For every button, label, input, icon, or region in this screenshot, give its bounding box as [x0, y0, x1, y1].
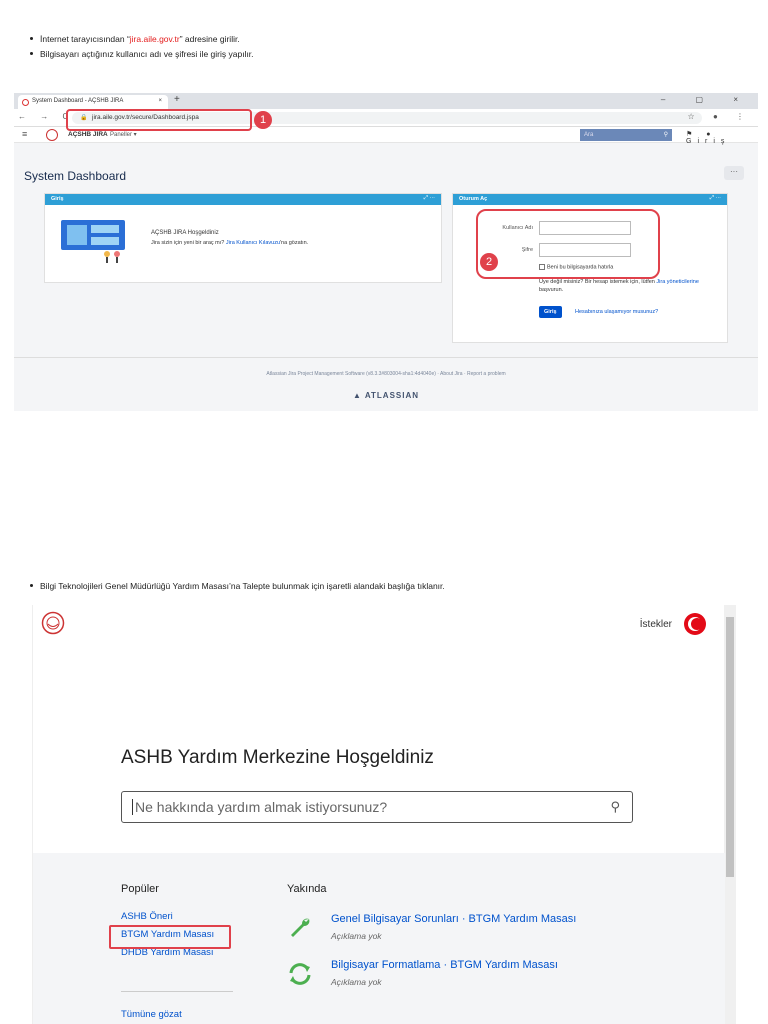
login-highlight: [476, 209, 660, 279]
scrollbar-thumb[interactable]: [726, 617, 734, 877]
divider: [121, 991, 233, 992]
browser-tab[interactable]: System Dashboard - AÇSHB JIRA ×: [18, 95, 168, 109]
refresh-icon: [289, 963, 311, 985]
app-switcher-icon[interactable]: ≡: [22, 129, 27, 139]
gadget-header: Giriş ⤢ ···: [45, 194, 441, 205]
wrench-icon: [291, 918, 310, 937]
favicon-icon: [22, 99, 29, 106]
instruction-step-2: Bilgisayarı açtığınız kullanıcı adı ve ş…: [30, 49, 254, 59]
expand-icon[interactable]: ⤢ ···: [710, 195, 721, 202]
login-button[interactable]: Giriş: [539, 306, 562, 318]
user-avatar[interactable]: [684, 613, 706, 635]
recent-link[interactable]: Genel Bilgisayar Sorunları · BTGM Yardım…: [331, 913, 576, 925]
help-center-screenshot: İstekler ASHB Yardım Merkezine Hoşgeldin…: [32, 605, 736, 1024]
scrollbar[interactable]: [724, 605, 736, 1024]
welcome-illustration-icon: [61, 220, 125, 263]
gadget-header: Oturum Aç ⤢ ···: [453, 194, 727, 205]
browser-tab-bar: System Dashboard - AÇSHB JIRA × + – ▢ ×: [14, 93, 758, 109]
welcome-title: AÇSHB JIRA Hoşgeldiniz: [151, 230, 219, 236]
recent-desc: Açıklama yok: [331, 977, 382, 987]
instruction-step-3: Bilgi Teknolojileri Genel Müdürlüğü Yard…: [30, 581, 445, 591]
app-name[interactable]: AÇSHB JIRA: [68, 131, 108, 138]
expand-icon[interactable]: ⤢ ···: [424, 195, 435, 202]
new-tab-button[interactable]: +: [174, 94, 180, 105]
instruction-step-1: İnternet tarayıcısından “jira.aile.gov.t…: [30, 34, 254, 44]
footer-divider: [14, 357, 758, 358]
btgm-highlight: [109, 925, 231, 949]
popular-item[interactable]: ASHB Öneri: [121, 911, 173, 922]
jira-url-text: jira.aile.gov.tr: [129, 34, 180, 44]
search-icon: ⚲: [610, 799, 620, 814]
intro-gadget: Giriş ⤢ ··· AÇSHB JIRA Hoşgeldiniz Jira s…: [44, 193, 442, 283]
welcome-text: Jira sizin için yeni bir araç mı? Jira K…: [151, 240, 309, 246]
url-highlight: [66, 109, 252, 131]
recent-heading: Yakında: [287, 883, 327, 895]
cant-access-link[interactable]: Hesabınıza ulaşamıyor musunuz?: [575, 309, 658, 315]
jira-logo[interactable]: [46, 129, 58, 141]
window-controls[interactable]: – ▢ ×: [661, 95, 752, 104]
search-icon: ⚲: [663, 132, 668, 138]
recent-desc: Açıklama yok: [331, 931, 382, 941]
callout-2: 2: [480, 253, 498, 271]
user-guide-link[interactable]: Jira Kullanıcı Kılavuzu: [226, 240, 280, 246]
more-button[interactable]: ···: [724, 166, 744, 180]
tab-close-icon[interactable]: ×: [158, 98, 162, 104]
signup-note: Üye değil misiniz? Bir hesap istemek içi…: [539, 279, 699, 293]
panels-menu[interactable]: Paneller ▾: [110, 131, 137, 138]
instruction-mid: Bilgi Teknolojileri Genel Müdürlüğü Yard…: [30, 581, 445, 596]
atlassian-logo: ▲ ATLASSIAN: [352, 391, 420, 400]
jira-login-screenshot: System Dashboard - AÇSHB JIRA × + – ▢ × ←…: [14, 93, 758, 411]
requests-link[interactable]: İstekler: [640, 619, 672, 630]
portal-title: ASHB Yardım Merkezine Hoşgeldiniz: [121, 747, 434, 768]
footer-text: Atlassian Jira Project Management Softwa…: [266, 371, 506, 377]
ministry-logo-icon[interactable]: [41, 611, 65, 635]
page-title: System Dashboard: [24, 169, 127, 183]
jira-search-input[interactable]: Ara ⚲: [580, 129, 672, 141]
callout-1: 1: [254, 111, 272, 129]
profile-icon[interactable]: ☆ ● ⋮: [688, 112, 752, 121]
recent-link[interactable]: Bilgisayar Formatlama · BTGM Yardım Masa…: [331, 959, 558, 971]
instructions-list: İnternet tarayıcısından “jira.aile.gov.t…: [30, 34, 254, 64]
browse-all-link[interactable]: Tümüne gözat: [121, 1009, 182, 1020]
header-login-link[interactable]: ⚑ ● Giriş: [686, 130, 758, 145]
admin-link[interactable]: Jira yöneticilerine: [656, 279, 699, 285]
portal-search-input[interactable]: Ne hakkında yardım almak istiyorsunuz? ⚲: [121, 791, 633, 823]
popular-heading: Popüler: [121, 883, 159, 895]
